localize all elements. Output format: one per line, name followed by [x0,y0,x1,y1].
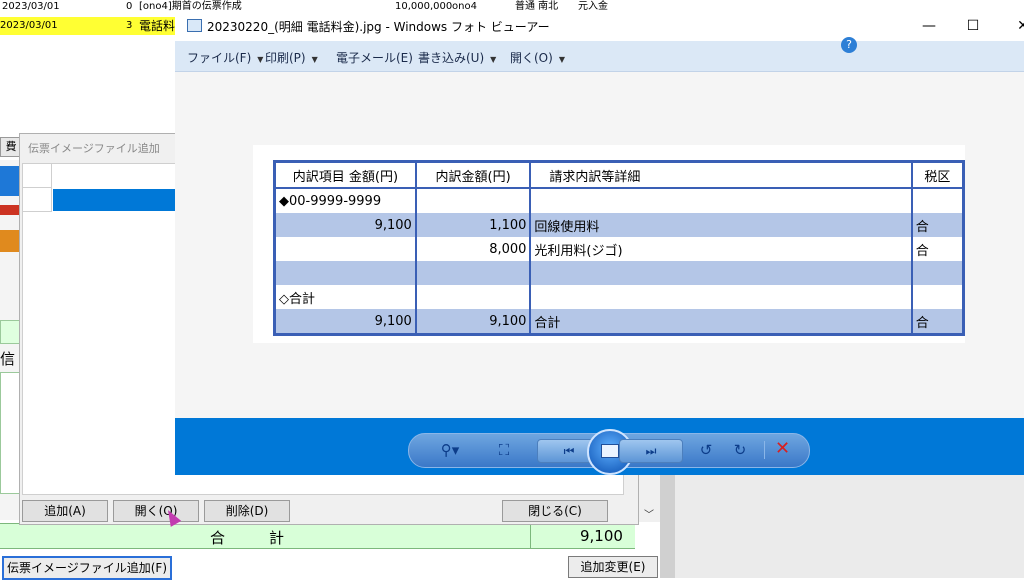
menu-print[interactable]: 印刷(P) ▼ [265,49,318,66]
photo-viewer-window: 20230220_(明細 電話料金).jpg - Windows フォト ビュー… [175,10,1024,475]
toolbar-divider [764,441,765,459]
invoice-row: 8,000 光利用料(ジゴ) 合 [273,237,965,261]
invoice-cell [529,188,913,213]
invoice-cell [273,261,417,285]
add-change-button[interactable]: 追加変更(E) [568,556,658,578]
invoice-cell: 回線使用料 [529,213,913,237]
invoice-cell [414,261,532,285]
invoice-row [273,261,965,285]
invoice-header: 内訳項目 金額(円) [273,161,417,189]
zoom-icon[interactable]: ⚲▾ [433,440,467,460]
rotate-left-icon[interactable]: ↺ [695,440,717,460]
menu-label: ファイル(F) [187,51,252,65]
bg-row-count: 0 [126,1,133,12]
bg-row-2-selected[interactable]: 2023/03/01 3 電話料 [0,17,178,35]
invoice-cell [414,188,532,213]
bg-row-date: 2023/03/01 [0,20,58,31]
bg-toolbar-icon[interactable] [0,205,20,215]
invoice-cell [910,188,965,213]
title-bar[interactable]: 20230220_(明細 電話料金).jpg - Windows フォト ビュー… [175,10,1024,41]
invoice-cell: 9,100 [273,309,417,335]
invoice-header: 内訳金額(円) [414,161,532,189]
invoice-header-row: 内訳項目 金額(円) 内訳金額(円) 請求内訳等詳細 税区 [273,161,965,189]
invoice-cell: 光利用料(ジゴ) [529,237,913,261]
menu-label: 開く(O) [510,51,553,65]
add-image-file-button[interactable]: 伝票イメージファイル追加(F) [2,556,172,580]
help-icon[interactable]: ? [841,37,857,53]
delete-icon[interactable]: ✕ [775,438,790,460]
menu-file[interactable]: ファイル(F) ▼ [187,49,263,66]
invoice-header: 請求内訳等詳細 [529,161,913,189]
next-icon[interactable]: ⏭ [619,439,683,463]
menu-label: 印刷(P) [265,51,306,65]
menu-label: 電子メール(E) [336,51,413,65]
window-title: 20230220_(明細 電話料金).jpg - Windows フォト ビュー… [207,20,550,34]
dropdown-icon: ▼ [490,55,497,64]
invoice-cell: 合 [910,309,965,335]
invoice-header: 税区 [910,161,965,189]
rotate-right-icon[interactable]: ↻ [729,440,751,460]
invoice-cell [910,261,965,285]
close-button[interactable]: 閉じる(C) [502,500,608,522]
bg-selected-strip [0,166,20,196]
open-button[interactable]: 開く(O) [113,500,199,522]
toolbar-pill: ⚲▾ ⛶ ⏮ ⏭ ↺ ↻ ✕ [408,429,810,475]
invoice-image: 内訳項目 金額(円) 内訳金額(円) 請求内訳等詳細 税区 ◆00-9999-9… [253,145,965,343]
invoice-row: 9,100 1,100 回線使用料 合 [273,213,965,237]
dialog-title: 伝票イメージファイル追加 [28,142,160,155]
delete-button[interactable]: 削除(D) [204,500,290,522]
maximize-button[interactable]: ☐ [950,14,996,38]
list-row-header[interactable] [23,188,52,212]
invoice-cell [910,285,965,309]
invoice-cell [529,261,913,285]
invoice-cell: 9,100 [273,213,417,237]
dropdown-icon: ▼ [257,55,264,64]
bg-right-panel [675,474,1024,578]
total-row: 合計 9,100 [0,523,635,549]
invoice-table: 内訳項目 金額(円) 内訳金額(円) 請求内訳等詳細 税区 ◆00-9999-9… [273,160,965,336]
dropdown-icon: ▼ [311,55,318,64]
total-separator [530,524,531,548]
menu-open[interactable]: 開く(O) ▼ [510,49,565,66]
invoice-cell [273,237,417,261]
total-value: 9,100 [580,527,623,545]
invoice-row: ◆00-9999-9999 [273,188,965,213]
viewer-toolbar: ⚲▾ ⛶ ⏮ ⏭ ↺ ↻ ✕ [175,418,1024,475]
list-row-header[interactable] [23,164,52,188]
bg-row-date: 2023/03/01 [2,1,60,12]
bg-orange-button[interactable] [0,230,20,252]
bg-row-count: 3 [126,20,133,31]
invoice-cell: 9,100 [414,309,532,335]
invoice-cell: 8,000 [414,237,532,261]
menu-burn[interactable]: 書き込み(U) ▼ [418,49,496,66]
invoice-cell [414,285,532,309]
invoice-cell: 1,100 [414,213,532,237]
invoice-cell: 合 [910,213,965,237]
minimize-button[interactable]: — [906,14,952,38]
add-button[interactable]: 追加(A) [22,500,108,522]
image-canvas[interactable]: 内訳項目 金額(円) 内訳金額(円) 請求内訳等詳細 税区 ◆00-9999-9… [175,72,1024,418]
invoice-row: ◇合計 [273,285,965,309]
invoice-row: 9,100 9,100 合計 合 [273,309,965,335]
menu-email[interactable]: 電子メール(E) [336,49,413,66]
menu-bar: ファイル(F) ▼ 印刷(P) ▼ 電子メール(E) 書き込み(U) ▼ 開く(O) ▼ [175,41,1024,72]
invoice-cell: 合 [910,237,965,261]
bg-scrollbar[interactable]: ﹀ [637,470,660,522]
photo-viewer-app-icon [187,19,202,32]
invoice-cell: ◆00-9999-9999 [273,188,417,213]
bg-side-char: 信 [0,350,16,368]
invoice-cell [529,285,913,309]
close-window-button[interactable]: ✕ [1000,14,1024,38]
chevron-down-icon[interactable]: ﹀ [644,506,654,521]
bg-row-desc: 電話料 [139,19,176,33]
invoice-cell: 合計 [529,309,913,335]
menu-label: 書き込み(U) [418,51,485,65]
bg-divider [660,470,675,578]
invoice-cell: ◇合計 [273,285,417,309]
fit-window-icon[interactable]: ⛶ [493,440,515,460]
dropdown-icon: ▼ [558,55,565,64]
total-label: 合計 [210,529,329,547]
slideshow-screen-icon [601,444,619,458]
